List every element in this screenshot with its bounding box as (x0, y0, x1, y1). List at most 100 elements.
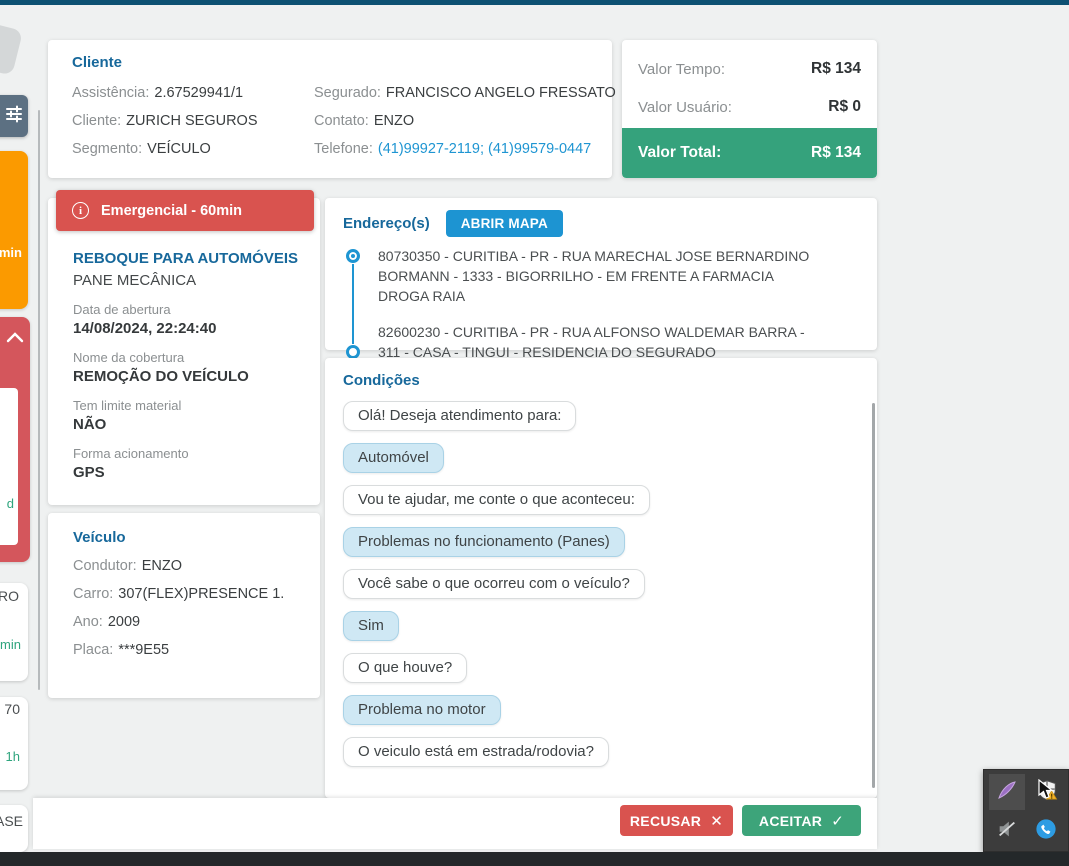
total-label: Valor Total: (638, 144, 722, 161)
service-field: Tem limite material NÃO (73, 398, 300, 433)
field-label: Data de abertura (73, 302, 171, 317)
system-tray-popup (983, 769, 1069, 852)
address-text: 80730350 - CURITIBA - PR - RUA MARECHAL … (378, 248, 810, 304)
route: 80730350 - CURITIBA - PR - RUA MARECHAL … (343, 246, 859, 362)
text-fragment: 70 (4, 701, 20, 717)
chat-bubble: Problema no motor (343, 695, 501, 725)
sidebar-scrollbar[interactable] (38, 110, 40, 690)
client-info-left-column: Assistência: 2.67529941/1 Cliente: ZURIC… (72, 79, 314, 163)
app-logo-fragment (0, 22, 24, 76)
chat-bubble: Olá! Deseja atendimento para: (343, 401, 577, 431)
client-field: Cliente: ZURICH SEGUROS (72, 107, 314, 135)
values-card: Valor Tempo: R$ 134 Valor Usuário: R$ 0 … (622, 40, 877, 178)
route-connector-line (352, 264, 354, 344)
vehicle-field: Carro: 307(FLEX)PRESENCE 1. (73, 580, 300, 608)
conditions-scrollbar[interactable] (872, 403, 875, 788)
field-label: Tem limite material (73, 398, 182, 413)
value-row: Valor Tempo: R$ 134 (622, 50, 877, 88)
addresses-title: Endereço(s) (343, 215, 430, 232)
chat-bubble: Automóvel (343, 443, 444, 473)
emergency-banner-label: Emergencial - 60min (101, 202, 243, 219)
phone-tray-button[interactable] (1028, 813, 1064, 849)
field-value: 2009 (107, 614, 141, 630)
field-label: Cliente: (72, 113, 122, 129)
field-value: 307(FLEX)PRESENCE 1. (118, 586, 285, 602)
field-label: Nome da cobertura (73, 350, 185, 365)
security-tray-button[interactable] (1029, 774, 1065, 810)
field-value[interactable]: ENZO (374, 113, 414, 129)
sidebar-service-card[interactable]: ASE (0, 805, 28, 852)
open-map-button[interactable]: ABRIR MAPA (445, 210, 563, 237)
vehicle-rows: Condutor: ENZO Carro: 307(FLEX)PRESENCE … (73, 552, 300, 664)
field-label: Forma acionamento (73, 446, 189, 461)
field-label: Condutor: (73, 558, 137, 574)
info-icon: i (72, 202, 89, 219)
chat-transcript: Olá! Deseja atendimento para: Automóvel … (343, 401, 859, 767)
field-value: REMOÇÃO DO VEÍCULO (73, 368, 249, 385)
field-value: NÃO (73, 416, 107, 433)
client-field: Contato: ENZO (314, 107, 616, 135)
value-row: Valor Usuário: R$ 0 (622, 88, 877, 126)
service-field: Forma acionamento GPS (73, 446, 300, 481)
service-fields: Data de abertura 14/08/2024, 22:24:40 No… (73, 302, 300, 481)
vehicle-field: Condutor: ENZO (73, 552, 300, 580)
value-label: Valor Usuário: (638, 98, 732, 116)
taskbar: 1 (0, 852, 1069, 866)
sidebar-inner-card[interactable]: d (0, 388, 18, 545)
client-card-title: Cliente (72, 54, 123, 71)
sliders-filter-icon (4, 104, 24, 129)
pen-tray-button[interactable] (989, 774, 1025, 810)
value-amount: R$ 134 (811, 60, 861, 77)
address-row: 80730350 - CURITIBA - PR - RUA MARECHAL … (346, 246, 859, 306)
service-problem: PANE MECÂNICA (73, 272, 197, 289)
action-footer: RECUSAR ✕ ACEITAR ✓ (33, 798, 877, 849)
service-field: Data de abertura 14/08/2024, 22:24:40 (73, 302, 300, 337)
reject-button[interactable]: RECUSAR ✕ (620, 805, 733, 836)
chat-bubble: O veiculo está em estrada/rodovia? (343, 737, 609, 767)
vehicle-card-title: Veículo (73, 529, 126, 546)
field-label: Ano: (73, 614, 103, 630)
service-type: REBOQUE PARA AUTOMÓVEIS (73, 250, 299, 267)
text-fragment: ASE (0, 813, 23, 829)
client-field: Telefone: (41)99927-2119; (41)99579-0447 (314, 135, 616, 163)
filter-button[interactable] (0, 95, 28, 137)
vehicle-field: Ano: 2009 (73, 608, 300, 636)
top-accent-bar (0, 0, 1069, 5)
chat-bubble: O que houve? (343, 653, 468, 683)
field-value[interactable]: FRANCISCO ANGELO FRESSATO (386, 85, 616, 101)
volume-muted-icon (996, 818, 1018, 845)
eta-fragment: min (0, 245, 22, 260)
text-fragment: RO (0, 588, 19, 604)
value-amount: R$ 0 (828, 98, 861, 115)
client-card: Cliente Assistência: 2.67529941/1 Client… (48, 40, 616, 178)
pen-icon (995, 778, 1019, 807)
sidebar-service-card-orange[interactable]: min (0, 151, 28, 309)
vehicle-field: Placa: ***9E55 (73, 636, 300, 664)
route-marker-icon (346, 345, 360, 359)
client-field: Segmento: VEÍCULO (72, 135, 314, 163)
field-value: VEÍCULO (147, 141, 211, 157)
address-row: 82600230 - CURITIBA - PR - RUA ALFONSO W… (346, 322, 859, 362)
sidebar-service-card-red[interactable]: d (0, 317, 30, 562)
field-label: Assistência: (72, 85, 150, 101)
reject-label: RECUSAR (629, 812, 702, 829)
x-icon: ✕ (710, 812, 724, 830)
address-text: 82600230 - CURITIBA - PR - RUA ALFONSO W… (378, 324, 805, 360)
phone-icon (1035, 818, 1057, 845)
vehicle-card: Veículo Condutor: ENZO Carro: 307(FLEX)P… (48, 513, 320, 698)
conditions-title: Condições (343, 372, 420, 389)
accept-button[interactable]: ACEITAR ✓ (742, 805, 861, 836)
check-icon: ✓ (831, 812, 845, 830)
sidebar-service-card[interactable]: 70 1h (0, 697, 28, 790)
field-label: Carro: (73, 586, 114, 602)
value-total-row: Valor Total: R$ 134 (622, 128, 877, 178)
text-fragment: d (6, 496, 14, 511)
volume-tray-button[interactable] (989, 813, 1025, 849)
client-field: Assistência: 2.67529941/1 (72, 79, 314, 107)
field-value[interactable]: (41)99927-2119; (41)99579-0447 (378, 141, 591, 157)
emergency-banner: i Emergencial - 60min (56, 190, 314, 231)
field-value: ENZO (141, 558, 182, 574)
chat-bubble: Você sabe o que ocorreu com o veículo? (343, 569, 645, 599)
sidebar-service-card[interactable]: RO min (0, 583, 28, 681)
field-label: Segurado: (314, 85, 381, 101)
